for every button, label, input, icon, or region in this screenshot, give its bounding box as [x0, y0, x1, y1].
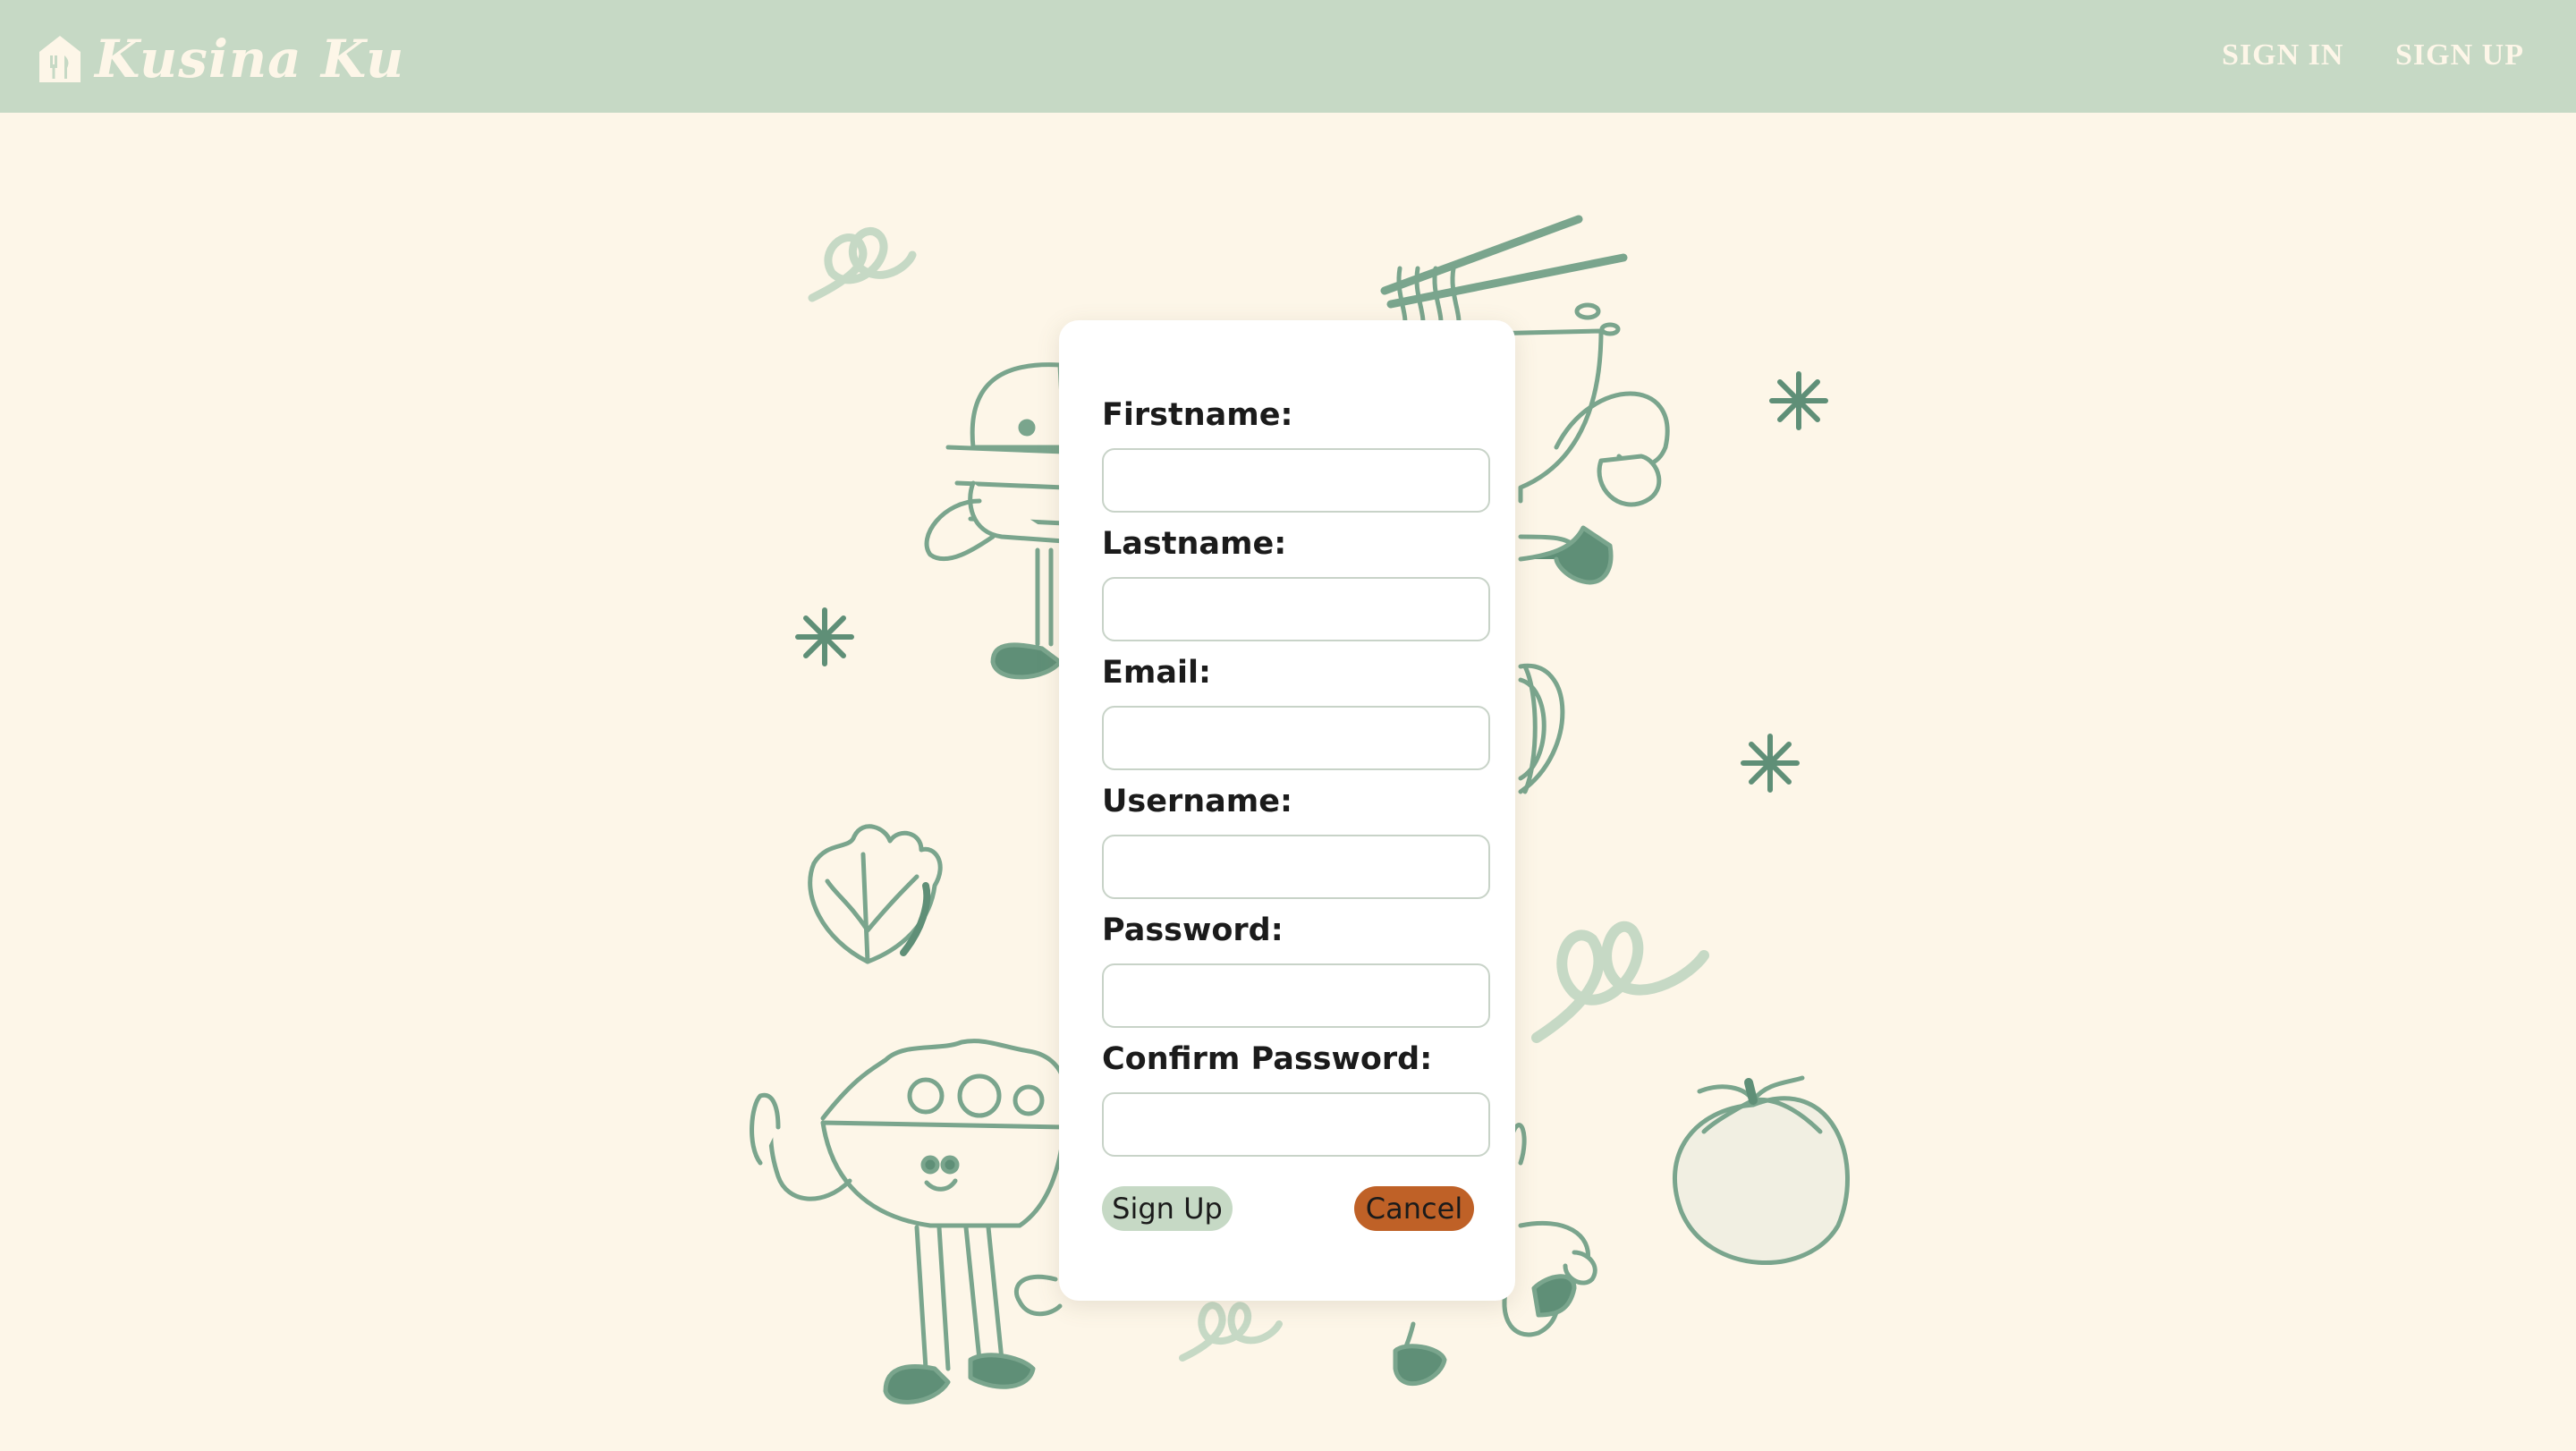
swirl-doodle: [808, 227, 917, 302]
sparkle-icon: [1741, 734, 1800, 793]
confirm-password-input[interactable]: [1102, 1092, 1490, 1157]
tomato-illustration: [1672, 1075, 1851, 1265]
username-input[interactable]: [1102, 835, 1490, 899]
cancel-button[interactable]: Cancel: [1354, 1186, 1474, 1231]
sign-up-button[interactable]: Sign Up: [1102, 1186, 1233, 1231]
firstname-label: Firstname:: [1102, 397, 1293, 433]
sparkle-icon: [1769, 371, 1828, 430]
password-label: Password:: [1102, 912, 1284, 948]
swirl-doodle: [1531, 921, 1709, 1043]
firstname-input[interactable]: [1102, 448, 1490, 513]
lastname-input[interactable]: [1102, 577, 1490, 641]
password-input[interactable]: [1102, 963, 1490, 1028]
onion-illustration: [1518, 663, 1565, 794]
sparkle-icon: [795, 607, 854, 666]
email-label: Email:: [1102, 655, 1211, 691]
salad-bowl-character-illustration: [750, 1039, 1067, 1404]
signup-form-card: Firstname: Lastname: Email: Username: Pa…: [1059, 320, 1515, 1301]
lettuce-illustration: [808, 824, 943, 964]
swirl-doodle: [1179, 1302, 1283, 1362]
burger-character-illustration: [924, 362, 1067, 680]
email-input[interactable]: [1102, 706, 1490, 770]
lastname-label: Lastname:: [1102, 526, 1287, 562]
username-label: Username:: [1102, 784, 1292, 819]
confirm-password-label: Confirm Password:: [1102, 1041, 1433, 1077]
